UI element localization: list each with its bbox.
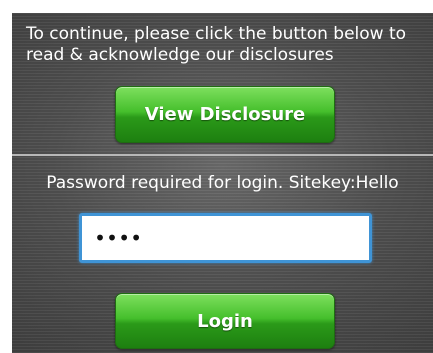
login-button-label: Login [197, 310, 253, 332]
view-disclosure-button-label: View Disclosure [144, 104, 306, 125]
password-input[interactable] [79, 213, 372, 263]
disclosure-intro-text: To continue, please click the button bel… [26, 24, 407, 65]
login-button[interactable]: Login [115, 293, 335, 349]
view-disclosure-button[interactable]: View Disclosure [115, 86, 335, 143]
section-divider [12, 154, 433, 156]
password-label: Password required for login. Sitekey:Hel… [46, 173, 399, 193]
login-panel: To continue, please click the button bel… [12, 13, 433, 353]
